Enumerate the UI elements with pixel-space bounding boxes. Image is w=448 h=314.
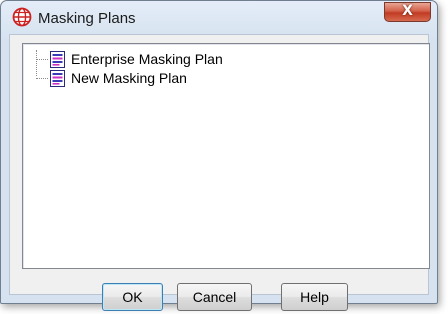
help-button[interactable]: Help: [281, 283, 348, 311]
ok-button[interactable]: OK: [102, 283, 163, 311]
tree-connector: [36, 78, 48, 79]
dialog-body: Enterprise Masking Plan New Masking Plan…: [9, 34, 430, 311]
close-button[interactable]: X: [384, 2, 431, 22]
tree-item-label: Enterprise Masking Plan: [71, 51, 223, 67]
masking-plans-dialog: Masking Plans X Enterprise Masking Plan: [0, 0, 438, 311]
close-icon: X: [402, 3, 413, 19]
title-bar[interactable]: Masking Plans X: [1, 1, 437, 34]
globe-icon: [12, 7, 32, 27]
document-icon: [50, 70, 65, 87]
document-icon: [50, 51, 65, 68]
masking-plan-tree[interactable]: Enterprise Masking Plan New Masking Plan: [22, 43, 430, 269]
tree-connector: [36, 59, 48, 60]
tree-item-label: New Masking Plan: [71, 70, 187, 86]
tree-connector-line: [36, 50, 37, 76]
window-title: Masking Plans: [38, 10, 136, 27]
cancel-button[interactable]: Cancel: [177, 283, 252, 311]
